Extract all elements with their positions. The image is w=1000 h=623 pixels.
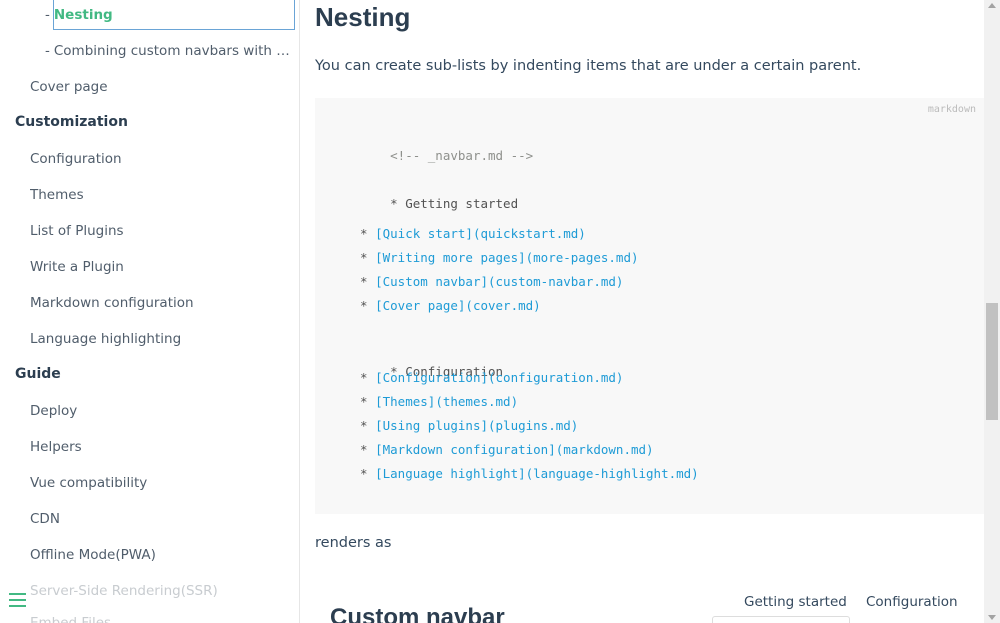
code-line: * [Writing more pages](more-pages.md) [345,249,639,267]
sidebar-subitem-label: Nesting [53,7,113,23]
list-dash: - [45,7,50,23]
sidebar-item-offline-mode[interactable]: Offline Mode(PWA) [30,545,156,565]
sidebar-item-ssr[interactable]: Server-Side Rendering(SSR) [30,581,218,601]
sidebar: - Nesting - Combining custom navbars with … [0,0,300,623]
sidebar-heading-guide: Guide [15,366,61,382]
intro-paragraph: You can create sub-lists by indenting it… [315,58,862,74]
code-line: <!-- _navbar.md --> [345,129,533,183]
code-link: [Language highlight](language-highlight.… [375,466,699,481]
renders-as-text: renders as [315,535,392,551]
sidebar-item-write-a-plugin[interactable]: Write a Plugin [30,257,124,277]
code-line: * [Cover page](cover.md) [345,297,541,315]
code-line: * [Using plugins](plugins.md) [345,417,578,435]
preview-title: Custom navbar [330,604,505,623]
code-language-label: markdown [927,104,976,115]
code-text: * Getting started [390,196,519,211]
sidebar-subitem-combining-navbars[interactable]: -Combining custom navbars with the emoji… [45,41,290,61]
sidebar-item-themes[interactable]: Themes [30,185,84,205]
code-link: [Configuration](configuration.md) [375,370,624,385]
code-block: markdown <!-- _navbar.md --> * Getting s… [315,98,984,514]
sidebar-item-markdown-configuration[interactable]: Markdown configuration [30,293,194,313]
code-bullet: * [345,298,376,313]
sidebar-subitem-label: Combining custom navbars with the emoji … [53,43,290,59]
code-bullet: * [345,274,376,289]
code-link: [Markdown configuration](markdown.md) [375,442,654,457]
code-bullet: * [345,370,376,385]
menu-icon[interactable] [9,593,27,609]
code-line: * [Custom navbar](custom-navbar.md) [345,273,623,291]
code-line: * [Themes](themes.md) [345,393,518,411]
sidebar-item-cover-page[interactable]: Cover page [30,77,108,97]
page-title: Nesting [315,2,411,32]
main-content: Nesting You can create sub-lists by inde… [300,0,984,623]
scroll-down-arrow-icon[interactable] [988,615,996,620]
preview-nav-getting-started[interactable]: Getting started [744,594,847,610]
code-bullet: * [345,466,376,481]
code-line: * [Configuration](configuration.md) [345,369,623,387]
code-link: [Custom navbar](custom-navbar.md) [375,274,624,289]
sidebar-item-deploy[interactable]: Deploy [30,401,77,421]
code-line: * Getting started [345,177,518,231]
sidebar-item-cdn[interactable]: CDN [30,509,60,529]
sidebar-item-list-of-plugins[interactable]: List of Plugins [30,221,124,241]
code-link: [Using plugins](plugins.md) [375,418,579,433]
code-link: [Themes](themes.md) [375,394,519,409]
sidebar-item-embed-files[interactable]: Embed Files [30,613,111,623]
code-line: * [Language highlight](language-highligh… [345,465,699,483]
code-bullet: * [345,226,376,241]
code-line: * [Markdown configuration](markdown.md) [345,441,654,459]
vertical-scrollbar[interactable] [984,0,1000,623]
code-line: * [Quick start](quickstart.md) [345,225,586,243]
list-dash: - [45,43,50,59]
preview-nav-configuration[interactable]: Configuration [866,594,958,610]
code-comment: <!-- _navbar.md --> [390,148,534,163]
sidebar-item-configuration[interactable]: Configuration [30,149,122,169]
sidebar-subitem-nesting[interactable]: - Nesting [45,5,113,25]
sidebar-item-language-highlighting[interactable]: Language highlighting [30,329,181,349]
scrollbar-thumb[interactable] [986,303,998,420]
code-bullet: * [345,418,376,433]
code-bullet: * [345,442,376,457]
sidebar-heading-customization: Customization [15,114,128,130]
scroll-up-arrow-icon[interactable] [988,3,996,8]
code-bullet: * [345,394,376,409]
sidebar-item-helpers[interactable]: Helpers [30,437,82,457]
sidebar-item-vue-compatibility[interactable]: Vue compatibility [30,473,147,493]
code-bullet: * [345,250,376,265]
code-link: [Cover page](cover.md) [375,298,541,313]
preview-dropdown-menu [712,616,850,623]
code-link: [Writing more pages](more-pages.md) [375,250,639,265]
code-link: [Quick start](quickstart.md) [375,226,586,241]
